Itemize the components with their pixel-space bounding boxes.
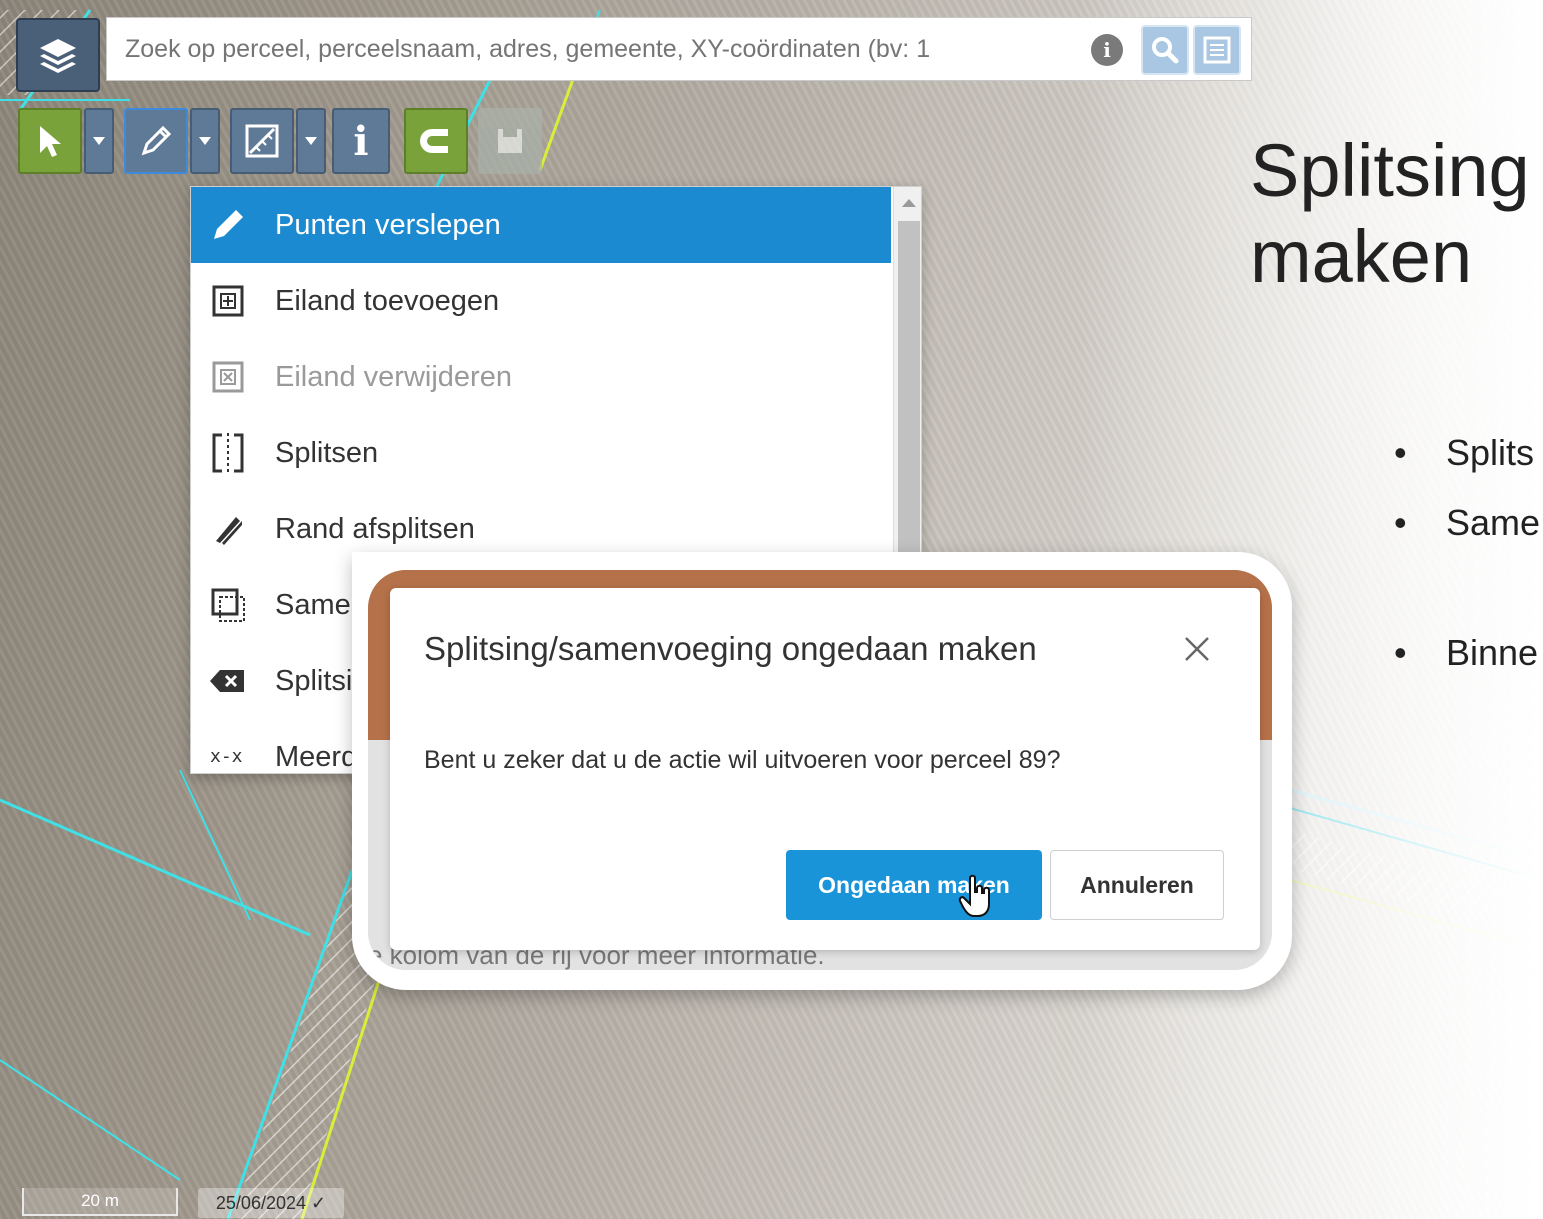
confirm-dialog: Splitsing/samenvoeging ongedaan maken Be… <box>390 588 1260 950</box>
info-icon[interactable]: i <box>1091 34 1123 66</box>
select-tool-caret[interactable] <box>84 108 114 174</box>
measure-tool-caret[interactable] <box>296 108 326 174</box>
backspace-icon <box>191 666 265 696</box>
scale-bar: 20 m <box>22 1188 178 1216</box>
split-icon <box>191 431 265 475</box>
results-list-button[interactable] <box>1193 25 1241 75</box>
edge-split-icon <box>191 509 265 549</box>
undo-confirm-button[interactable]: Ongedaan maken <box>786 850 1042 920</box>
cancel-button[interactable]: Annuleren <box>1050 850 1224 920</box>
menu-item-splitsen[interactable]: Splitsen <box>191 415 891 491</box>
zoom-callout: e kolom van de rij voor meer informatie.… <box>352 552 1292 990</box>
merge-icon <box>191 585 265 625</box>
slide-title-line-1: Splitsing <box>1250 129 1530 212</box>
zoom-callout-inner: e kolom van de rij voor meer informatie.… <box>368 570 1272 970</box>
chevron-down-icon <box>93 137 105 145</box>
save-icon <box>498 129 522 153</box>
search-bar: i <box>106 17 1252 81</box>
edit-tool-caret[interactable] <box>190 108 220 174</box>
select-tool-button[interactable] <box>18 108 82 174</box>
ruler-icon <box>245 124 279 158</box>
island-add-icon <box>191 281 265 321</box>
layers-button[interactable] <box>16 18 100 92</box>
search-icon <box>1152 37 1179 64</box>
bullet-item: Splits <box>1394 432 1534 474</box>
menu-item-eiland-toevoegen[interactable]: Eiland toevoegen <box>191 263 891 339</box>
info-letter-icon: i <box>353 117 369 165</box>
search-button[interactable] <box>1141 25 1189 75</box>
slide-title-line-2: maken <box>1250 215 1473 298</box>
menu-item-punten-verslepen[interactable]: Punten verslepen <box>191 187 891 263</box>
cursor-arrow-icon <box>40 126 61 157</box>
multi-icon: x-x <box>191 742 265 772</box>
measure-tool-button[interactable] <box>230 108 294 174</box>
search-input[interactable] <box>125 34 1035 64</box>
magnet-icon <box>420 129 448 153</box>
dialog-message: Bent u zeker dat u de actie wil uitvoere… <box>424 746 1061 774</box>
scroll-up-icon[interactable] <box>902 199 916 207</box>
bullet-item: Same <box>1394 502 1540 544</box>
layers-icon <box>40 39 76 73</box>
menu-item-eiland-verwijderen[interactable]: Eiland verwijderen <box>191 339 891 415</box>
imagery-date-selector[interactable]: 25/06/2024 ✓ <box>198 1188 344 1218</box>
edit-tool-button[interactable] <box>124 108 188 174</box>
chevron-down-icon <box>305 137 317 145</box>
info-tool-button[interactable]: i <box>332 108 390 174</box>
chevron-down-icon <box>199 137 211 145</box>
island-remove-icon <box>191 357 265 397</box>
slide-title: Splitsing maken <box>1250 128 1530 300</box>
pencil-icon <box>141 125 172 156</box>
list-icon <box>1203 36 1231 64</box>
save-tool-button[interactable] <box>478 108 542 174</box>
pencil-icon <box>191 205 265 245</box>
bullet-item: Binne <box>1394 632 1538 674</box>
close-icon[interactable] <box>1182 634 1212 664</box>
dialog-title: Splitsing/samenvoeging ongedaan maken <box>424 630 1037 667</box>
snap-tool-button[interactable] <box>404 108 468 174</box>
hand-pointer-icon <box>958 874 990 917</box>
svg-text:x-x: x-x <box>210 746 243 767</box>
